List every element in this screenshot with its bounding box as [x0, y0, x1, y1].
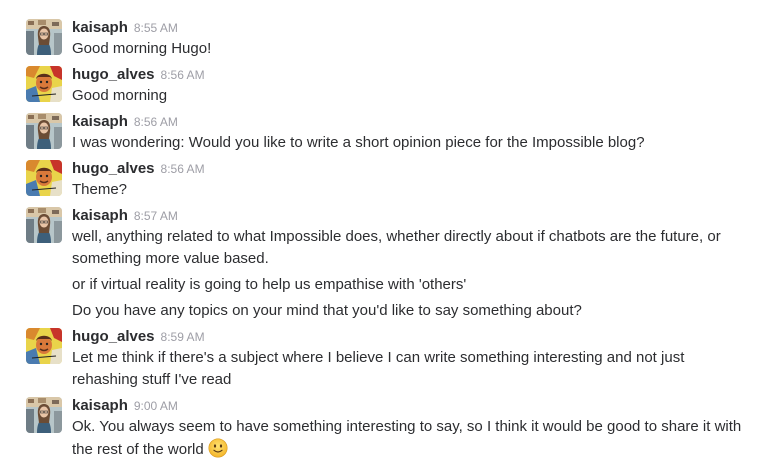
message-text: Good morning	[72, 87, 168, 104]
avatar[interactable]	[26, 397, 62, 433]
avatar[interactable]	[26, 113, 62, 149]
message-text: rehashing stuff I've read	[72, 371, 232, 388]
message-text: Let me think if there's a subject where …	[72, 349, 685, 366]
timestamp[interactable]: 8:59 AM	[161, 330, 205, 344]
timestamp[interactable]: 9:00 AM	[134, 399, 178, 413]
message-text: or if virtual reality is going to help u…	[72, 276, 467, 293]
avatar[interactable]	[26, 19, 62, 55]
message-text-last: the rest of the world	[72, 438, 762, 465]
message-text: Good morning Hugo!	[72, 40, 212, 57]
message-text: the rest of the world	[72, 441, 204, 458]
kaisaph-avatar-icon	[26, 113, 62, 149]
username[interactable]: kaisaph	[72, 207, 128, 224]
timestamp[interactable]: 8:56 AM	[134, 115, 178, 129]
timestamp[interactable]: 8:57 AM	[134, 209, 178, 223]
message-text: I was wondering: Would you like to write…	[72, 134, 645, 151]
hugo-avatar-icon	[26, 66, 62, 102]
avatar[interactable]	[26, 160, 62, 196]
kaisaph-avatar-icon	[26, 19, 62, 55]
username[interactable]: kaisaph	[72, 19, 128, 36]
avatar[interactable]	[26, 66, 62, 102]
username[interactable]: hugo_alves	[72, 66, 155, 83]
username[interactable]: hugo_alves	[72, 328, 155, 345]
username[interactable]: kaisaph	[72, 113, 128, 130]
username[interactable]: hugo_alves	[72, 160, 155, 177]
avatar[interactable]	[26, 207, 62, 243]
avatar[interactable]	[26, 328, 62, 364]
message-text: Do you have any topics on your mind that…	[72, 302, 582, 319]
timestamp[interactable]: 8:55 AM	[134, 21, 178, 35]
kaisaph-avatar-icon	[26, 207, 62, 243]
hugo-avatar-icon	[26, 328, 62, 364]
message-text: Ok. You always seem to have something in…	[72, 418, 742, 435]
message-text: something more value based.	[72, 250, 269, 267]
message-text: Theme?	[72, 181, 128, 198]
kaisaph-avatar-icon	[26, 397, 62, 433]
username[interactable]: kaisaph	[72, 397, 128, 414]
slightly-smiling-face-icon[interactable]	[208, 438, 228, 465]
timestamp[interactable]: 8:56 AM	[161, 162, 205, 176]
timestamp[interactable]: 8:56 AM	[161, 68, 205, 82]
message-text: well, anything related to what Impossibl…	[72, 228, 721, 245]
hugo-avatar-icon	[26, 160, 62, 196]
